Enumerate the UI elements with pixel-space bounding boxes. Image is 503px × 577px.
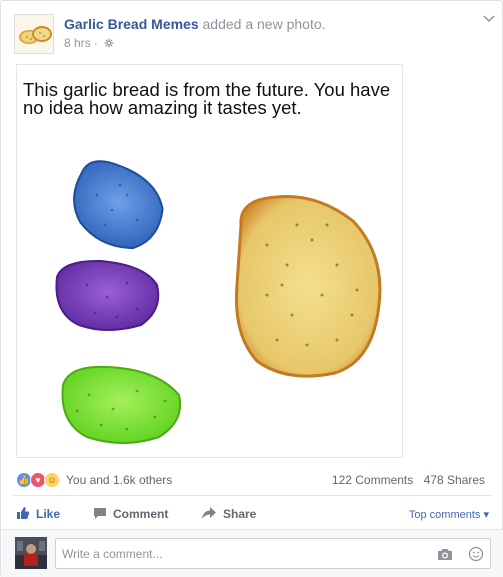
emoji-icon[interactable] xyxy=(468,546,484,562)
camera-icon[interactable] xyxy=(437,547,453,561)
page-avatar[interactable] xyxy=(14,14,54,54)
engagement-counts: 122 Comments 478 Shares xyxy=(332,473,485,487)
user-photo-icon xyxy=(15,537,47,569)
reactions-summary[interactable]: 👍 ♥ ☺ You and 1.6k others xyxy=(16,471,172,489)
share-label: Share xyxy=(223,507,257,521)
haha-reaction-icon: ☺ xyxy=(44,472,60,488)
post-photo[interactable]: This garlic bread is from the future. Yo… xyxy=(16,64,403,458)
divider xyxy=(13,495,492,496)
page-name-link[interactable]: Garlic Bread Memes xyxy=(64,16,199,32)
post-action-text: added a new photo. xyxy=(198,16,326,32)
reactions-text: You and 1.6k others xyxy=(66,473,173,487)
comment-button[interactable]: Comment xyxy=(93,501,168,527)
blue-bread xyxy=(73,160,164,249)
comment-input[interactable] xyxy=(62,546,422,562)
post-meta: 8 hrs · xyxy=(64,36,114,50)
thumbs-up-icon xyxy=(16,506,30,523)
garlic-bread-avatar-icon xyxy=(15,15,53,53)
comments-count-link[interactable]: 122 Comments xyxy=(332,473,413,487)
comment-input-box[interactable] xyxy=(55,538,491,569)
shares-count-link[interactable]: 478 Shares xyxy=(424,473,485,487)
chevron-down-icon[interactable] xyxy=(481,11,497,27)
like-label: Like xyxy=(36,507,61,521)
top-comments-dropdown[interactable]: Top comments ▾ xyxy=(409,508,489,521)
meta-separator: · xyxy=(93,36,98,50)
share-button[interactable]: Share xyxy=(201,501,256,527)
post-header: Garlic Bread Memes added a new photo. xyxy=(64,15,326,33)
like-button[interactable]: Like xyxy=(16,501,60,527)
comment-bubble-icon xyxy=(93,506,107,523)
comment-label: Comment xyxy=(113,507,169,521)
privacy-icon[interactable] xyxy=(101,36,114,50)
bread-illustration xyxy=(55,160,382,444)
post-timestamp[interactable]: 8 hrs xyxy=(64,36,91,50)
share-arrow-icon xyxy=(201,506,217,523)
feed-post: Garlic Bread Memes added a new photo. 8 … xyxy=(0,0,503,577)
user-avatar[interactable] xyxy=(15,537,47,569)
